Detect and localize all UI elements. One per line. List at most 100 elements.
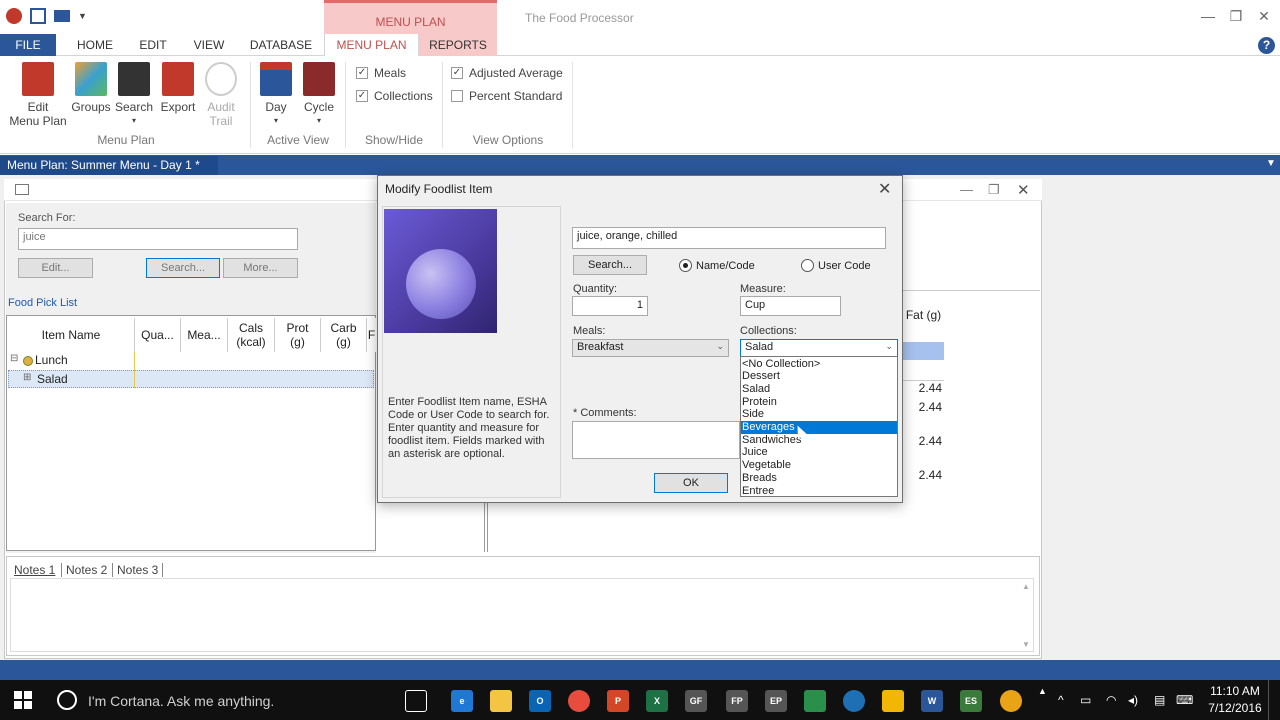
cortana-search-box[interactable]: I'm Cortana. Ask me anything. [88, 693, 274, 709]
scroll-up-icon[interactable]: ▲ [1022, 582, 1030, 591]
more-button[interactable]: More... [223, 258, 298, 278]
column-header-fat[interactable]: F [367, 318, 376, 352]
wifi-icon[interactable]: ◠ [1106, 693, 1116, 707]
dialog-search-button[interactable]: Search... [573, 255, 647, 275]
collection-option[interactable]: Salad [741, 383, 897, 396]
cycle-button[interactable]: Cycle ▾ [298, 62, 340, 128]
collection-option[interactable]: Entree [741, 485, 897, 498]
adjusted-average-checkbox[interactable]: ✓ Adjusted Average [451, 66, 563, 80]
column-header-item-name[interactable]: Item Name [8, 318, 135, 352]
collections-select[interactable]: Salad ⌄ [740, 339, 898, 357]
tab-view[interactable]: VIEW [180, 34, 238, 56]
tab-reports[interactable]: REPORTS [419, 34, 497, 56]
collection-option[interactable]: Breads [741, 472, 897, 485]
collection-option[interactable]: Juice [741, 446, 897, 459]
task-view-icon[interactable] [405, 690, 427, 712]
scroll-up-icon[interactable]: ▲ [1038, 686, 1047, 696]
table-row[interactable]: ⊞ Salad [8, 370, 374, 388]
collection-option[interactable]: Dessert [741, 370, 897, 383]
radio-name-code[interactable]: Name/Code [679, 259, 755, 272]
collection-option[interactable]: Side [741, 408, 897, 421]
tab-notes-2[interactable]: Notes 2 [61, 563, 107, 577]
close-icon[interactable]: ✕ [1254, 8, 1274, 28]
expand-icon[interactable]: ⊞ [23, 372, 31, 383]
google-drive-icon[interactable] [882, 690, 904, 712]
restore-icon[interactable]: ❐ [1226, 8, 1246, 28]
tab-file[interactable]: FILE [0, 34, 56, 56]
day-button[interactable]: Day ▾ [256, 62, 296, 128]
document-tab[interactable]: Menu Plan: Summer Menu - Day 1 * [0, 156, 218, 175]
collapse-icon[interactable]: ⊟ [10, 353, 18, 364]
sheets-icon[interactable] [804, 690, 826, 712]
collection-option[interactable]: Protein [741, 396, 897, 409]
help-icon[interactable]: ? [1258, 37, 1275, 54]
clock-time[interactable]: 11:10 AM [1205, 684, 1265, 698]
show-desktop-button[interactable] [1268, 680, 1280, 720]
cortana-icon[interactable] [57, 690, 77, 710]
ok-button[interactable]: OK [654, 473, 728, 493]
esha-ep-icon[interactable]: EP [765, 690, 787, 712]
tab-menu-plan[interactable]: MENU PLAN [324, 34, 419, 57]
export-button[interactable]: Export [158, 62, 198, 114]
tab-database[interactable]: DATABASE [238, 34, 324, 56]
quantity-input[interactable]: 1 [572, 296, 648, 316]
column-header-carb[interactable]: Carb (g) [321, 318, 367, 352]
percent-standard-checkbox[interactable]: Percent Standard [451, 89, 562, 103]
save-icon[interactable] [30, 8, 46, 24]
chat-icon[interactable] [843, 690, 865, 712]
audit-trail-button[interactable]: Audit Trail [200, 62, 242, 128]
clock-date[interactable]: 7/12/2016 [1205, 701, 1265, 715]
tab-notes-3[interactable]: Notes 3 [112, 563, 164, 577]
powerpoint-icon[interactable]: P [607, 690, 629, 712]
collection-option[interactable]: Beverages [741, 421, 897, 434]
app-flower-icon[interactable] [1000, 690, 1022, 712]
collection-option[interactable]: Vegetable [741, 459, 897, 472]
food-processor-icon[interactable]: FP [726, 690, 748, 712]
print-icon[interactable] [54, 10, 70, 22]
tab-edit[interactable]: EDIT [126, 34, 180, 56]
minimize-icon[interactable]: — [960, 182, 973, 197]
show-hidden-icons-icon[interactable]: ^ [1058, 693, 1064, 707]
volume-icon[interactable]: ◂) [1128, 693, 1138, 707]
excel-icon[interactable]: X [646, 690, 668, 712]
chevron-down-icon[interactable]: ▼ [1266, 158, 1276, 169]
search-input[interactable]: juice [18, 228, 298, 250]
scroll-down-icon[interactable]: ▼ [1022, 640, 1030, 649]
collections-checkbox[interactable]: ✓ Collections [356, 89, 433, 103]
groups-button[interactable]: Groups [70, 62, 112, 114]
column-header-protein[interactable]: Prot (g) [275, 318, 321, 352]
search-button[interactable]: Search ▾ [114, 62, 154, 128]
meals-select[interactable]: Breakfast ⌄ [572, 339, 729, 357]
radio-user-code[interactable]: User Code [801, 259, 871, 272]
close-icon[interactable]: ✕ [878, 179, 891, 199]
column-header-fat-g[interactable]: Fat (g) [902, 290, 944, 340]
battery-icon[interactable]: ▭ [1080, 693, 1091, 707]
measure-input[interactable]: Cup [740, 296, 841, 316]
windows-start-icon[interactable] [14, 691, 32, 709]
genesis-icon[interactable]: GF [685, 690, 707, 712]
collection-option[interactable]: Sandwiches [741, 434, 897, 447]
tab-home[interactable]: HOME [64, 34, 126, 56]
notification-icon[interactable]: ▤ [1154, 693, 1165, 707]
edge-icon[interactable]: e [451, 690, 473, 712]
outlook-icon[interactable]: O [529, 690, 551, 712]
column-header-quantity[interactable]: Qua... [135, 318, 181, 352]
esha-es-icon[interactable]: ES [960, 690, 982, 712]
edit-menu-plan-button[interactable]: Edit Menu Plan [8, 62, 68, 128]
minimize-icon[interactable]: — [1198, 8, 1218, 28]
notes-textarea[interactable] [10, 578, 1034, 652]
tab-notes-1[interactable]: Notes 1 [14, 563, 55, 577]
item-name-input[interactable]: juice, orange, chilled [572, 227, 886, 249]
column-header-measure[interactable]: Mea... [181, 318, 228, 352]
search-button[interactable]: Search... [146, 258, 220, 278]
comments-textarea[interactable] [572, 421, 740, 459]
edit-button[interactable]: Edit... [18, 258, 93, 278]
close-icon[interactable]: ✕ [1017, 181, 1030, 199]
customize-qat-icon[interactable]: ▼ [78, 11, 87, 21]
restore-icon[interactable]: ❐ [988, 182, 1000, 198]
column-header-calories[interactable]: Cals (kcal) [228, 318, 275, 352]
word-icon[interactable]: W [921, 690, 943, 712]
chrome-icon[interactable] [568, 690, 590, 712]
meals-checkbox[interactable]: ✓ Meals [356, 66, 406, 80]
table-row[interactable]: ⊟ Lunch [8, 352, 374, 370]
